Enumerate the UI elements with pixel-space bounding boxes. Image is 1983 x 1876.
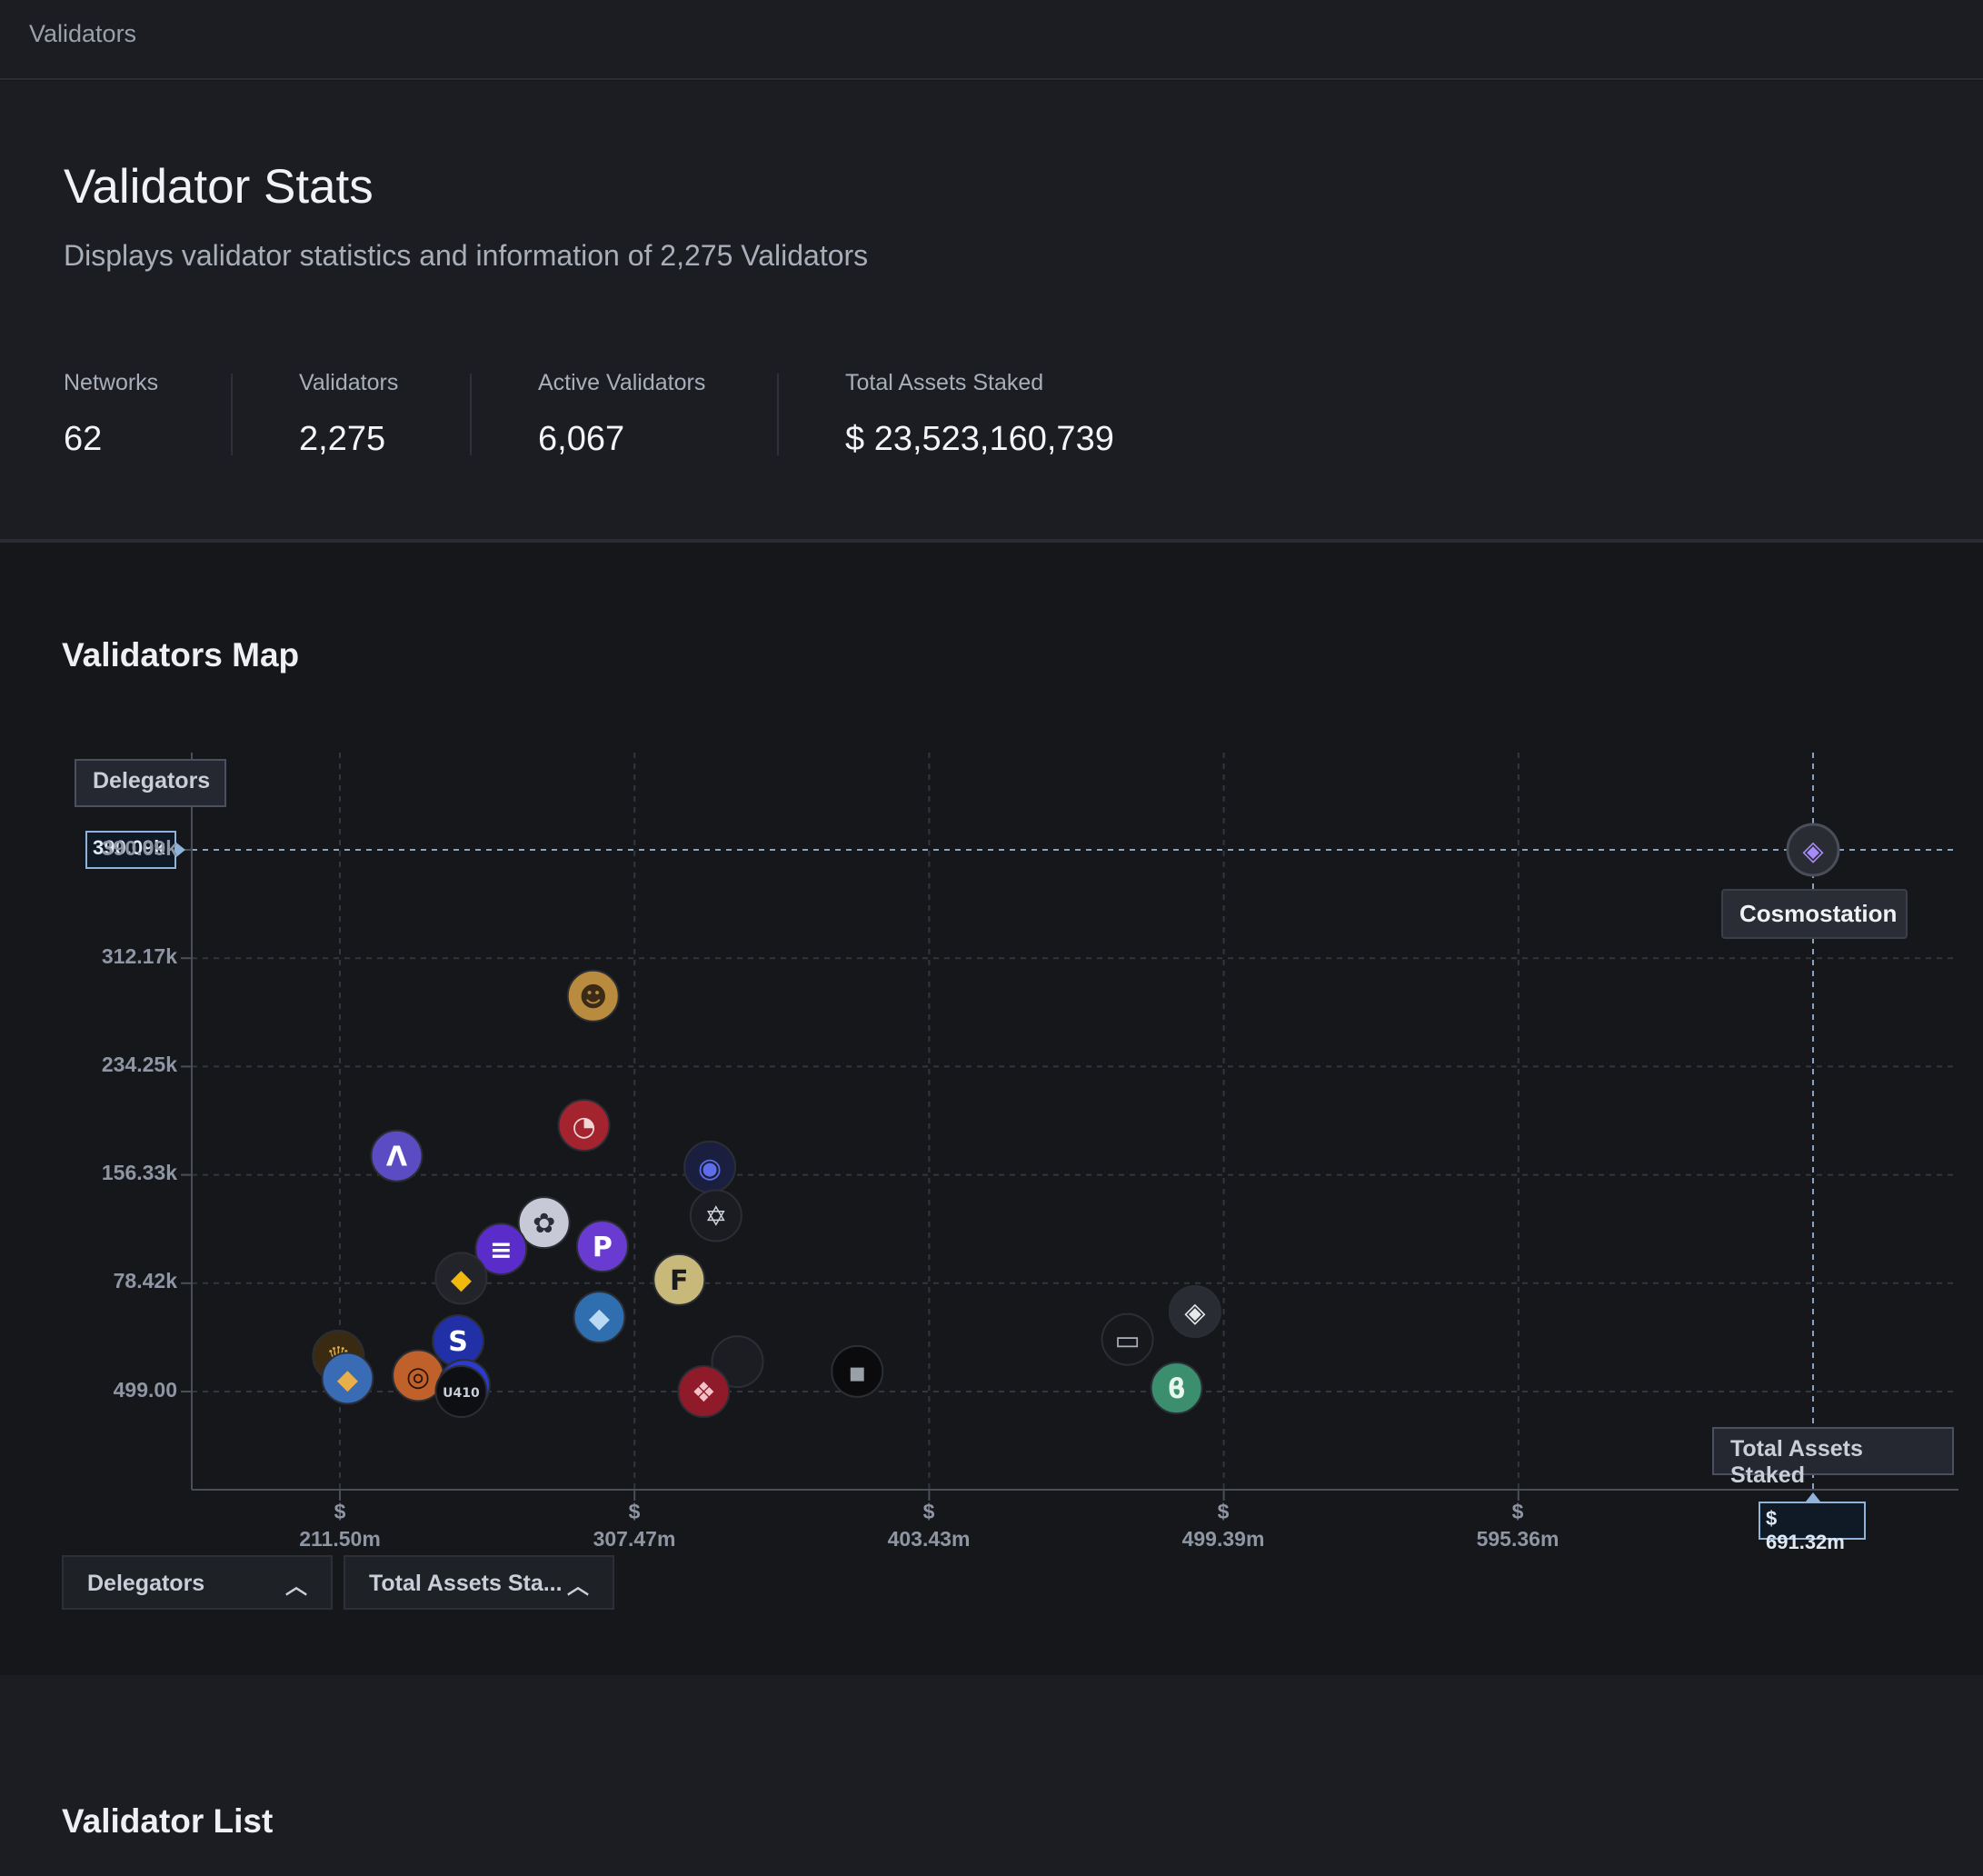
validator-point[interactable]: ❖ bbox=[677, 1365, 731, 1418]
validator-point[interactable]: ◔ bbox=[557, 1099, 611, 1153]
x-hover-value: $ 691.32m bbox=[1759, 1502, 1866, 1553]
y-axis-label: Delegators bbox=[75, 759, 226, 807]
x-axis-label: Total Assets Staked bbox=[1712, 1427, 1954, 1488]
validator-point[interactable]: ◆ bbox=[434, 1252, 488, 1305]
validator-logo-icon: ◉ bbox=[698, 1153, 722, 1184]
validator-point[interactable]: U410 bbox=[434, 1365, 488, 1418]
y-tick-label: 390.09k bbox=[101, 836, 177, 860]
validator-point[interactable]: ϐ bbox=[1150, 1362, 1203, 1415]
validator-point[interactable]: F bbox=[653, 1252, 706, 1306]
validator-point[interactable]: ◆ bbox=[321, 1352, 374, 1405]
y-tick-label: 499.00 bbox=[113, 1378, 177, 1402]
y-pointer bbox=[176, 843, 185, 857]
validator-logo-icon: F bbox=[670, 1265, 689, 1297]
validator-point[interactable]: S bbox=[432, 1314, 485, 1368]
y-metric-dropdown[interactable]: Delegators ︿ bbox=[62, 1555, 333, 1610]
validator-logo-icon: ◆ bbox=[589, 1302, 610, 1334]
validator-logo-icon: U410 bbox=[443, 1386, 480, 1401]
x-tick-label: $211.50m bbox=[299, 1500, 381, 1551]
x-metric-dropdown[interactable]: Total Assets Sta... ︿ bbox=[344, 1555, 614, 1610]
x-pointer bbox=[1806, 1492, 1820, 1502]
validator-logo-icon: ◈ bbox=[1184, 1297, 1205, 1329]
x-tick-label: $403.43m bbox=[887, 1500, 971, 1551]
validator-logo-icon: ▭ bbox=[1114, 1325, 1140, 1357]
validator-logo-icon: ◎ bbox=[406, 1361, 430, 1392]
validator-point[interactable]: ▪ bbox=[831, 1344, 884, 1398]
validator-point[interactable]: Λ bbox=[370, 1129, 424, 1182]
validator-logo-icon: ◔ bbox=[572, 1111, 595, 1143]
validator-point[interactable]: ◉ bbox=[683, 1140, 737, 1193]
validator-point[interactable]: ◈ bbox=[1168, 1285, 1221, 1339]
validator-logo-icon: ◆ bbox=[451, 1263, 472, 1295]
validator-list-section: Validator List bbox=[0, 1675, 1983, 1876]
list-title: Validator List bbox=[62, 1802, 274, 1840]
validator-point[interactable]: ◆ bbox=[573, 1291, 626, 1344]
validator-point[interactable]: ✡ bbox=[689, 1189, 742, 1242]
validator-logo-icon: ❖ bbox=[692, 1377, 716, 1409]
x-tick-label: $307.47m bbox=[593, 1500, 676, 1551]
hover-validator-name: Cosmostation bbox=[1721, 889, 1908, 939]
validator-logo-icon: ✿ bbox=[533, 1208, 555, 1240]
validators-map-chart[interactable]: ◈☻◔Λ◉✿✡P≡◆F◈◆S▭♛▪◎◆✦U410ϐ❖ bbox=[0, 0, 1983, 1545]
validator-logo-icon: ◆ bbox=[337, 1363, 358, 1395]
chevron-up-icon: ︿ bbox=[567, 1574, 589, 1599]
y-tick-label: 234.25k bbox=[101, 1053, 177, 1076]
y-tick-label: 156.33k bbox=[101, 1161, 177, 1184]
x-tick-label: $499.39m bbox=[1181, 1500, 1265, 1551]
y-tick-label: 312.17k bbox=[101, 944, 177, 968]
validator-point[interactable]: P bbox=[575, 1220, 629, 1273]
dropdown-label: Total Assets Sta... bbox=[369, 1571, 563, 1596]
validator-logo-icon: Λ bbox=[386, 1142, 408, 1173]
validator-logo-icon: P bbox=[593, 1232, 613, 1263]
validator-logo-icon: S bbox=[448, 1326, 468, 1358]
validator-logo-icon: ✡ bbox=[704, 1201, 727, 1232]
validator-logo-icon: ☻ bbox=[579, 982, 607, 1013]
validator-logo-icon: ≡ bbox=[490, 1234, 513, 1266]
validator-point[interactable]: ☻ bbox=[566, 969, 620, 1023]
divider bbox=[0, 541, 1983, 543]
validator-logo-icon: ◈ bbox=[1802, 835, 1823, 867]
x-tick-label: $595.36m bbox=[1476, 1500, 1559, 1551]
chevron-up-icon: ︿ bbox=[285, 1574, 307, 1599]
dropdown-label: Delegators bbox=[87, 1571, 205, 1596]
validator-logo-icon: ϐ bbox=[1168, 1373, 1186, 1405]
validator-point[interactable]: ✿ bbox=[517, 1196, 571, 1250]
validator-logo-icon: ▪ bbox=[848, 1357, 866, 1389]
validator-point-cosmostation[interactable]: ◈ bbox=[1786, 823, 1840, 877]
y-tick-label: 78.42k bbox=[113, 1269, 177, 1292]
validator-point[interactable]: ▭ bbox=[1101, 1312, 1154, 1366]
